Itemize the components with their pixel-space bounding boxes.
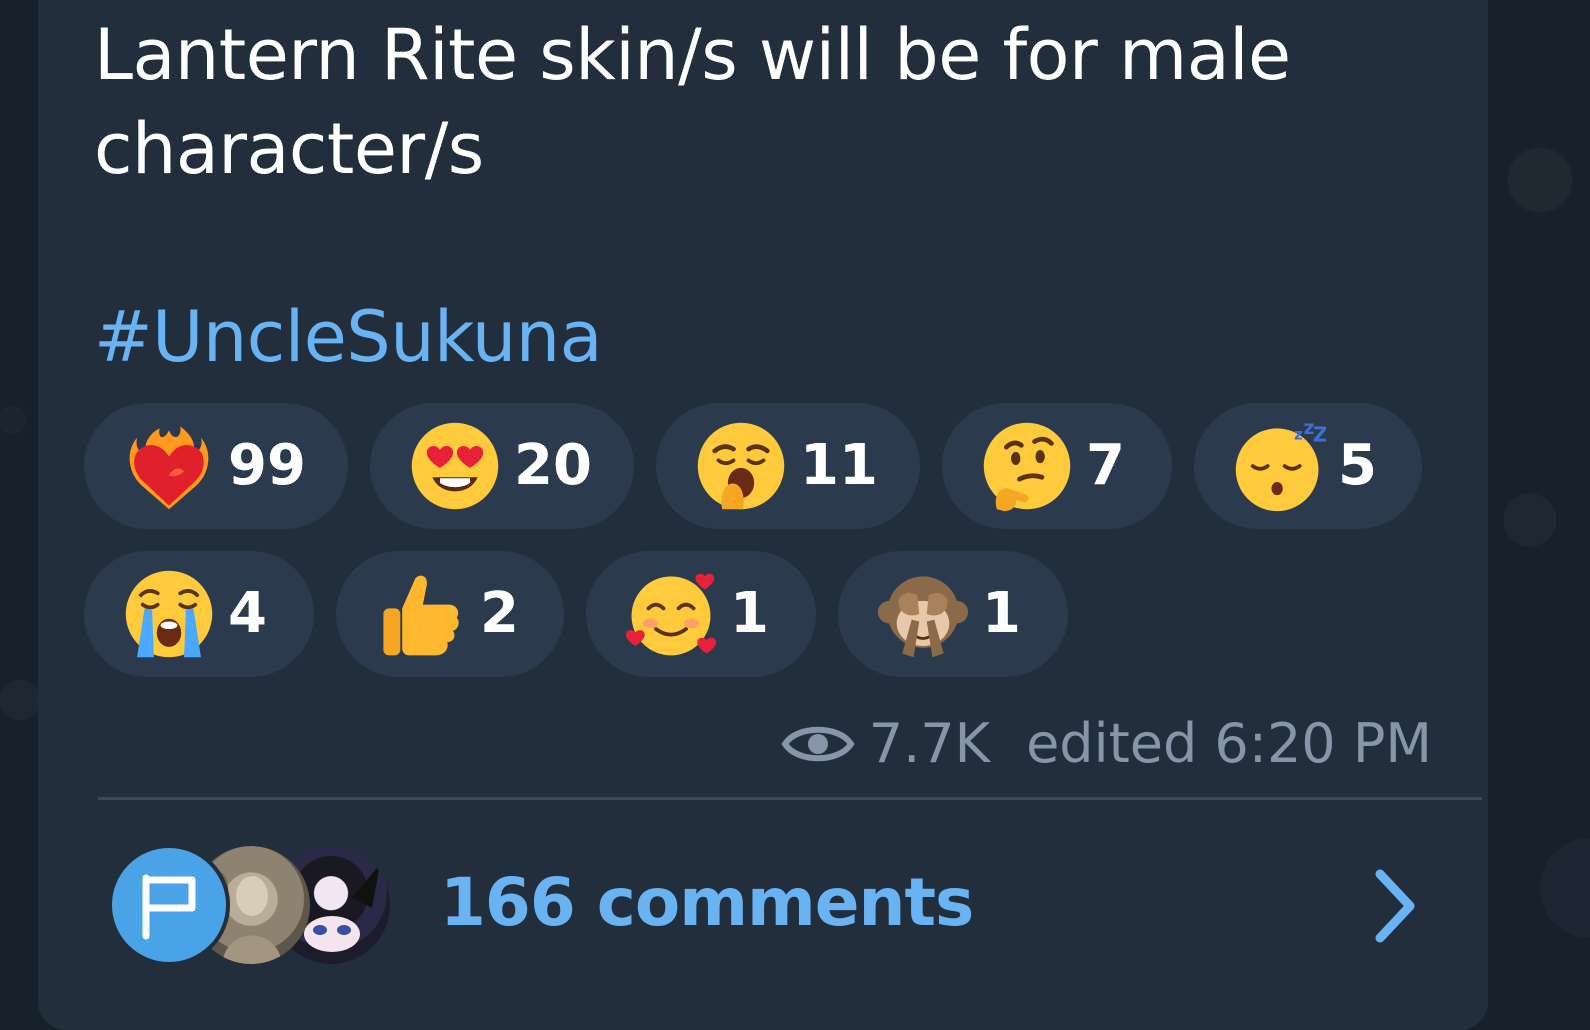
comments-button[interactable]: 166 comments (0, 840, 1450, 970)
svg-text:z: z (1294, 426, 1303, 444)
reaction-heart-on-fire[interactable]: 99 (84, 403, 348, 529)
reaction-count: 99 (228, 433, 306, 498)
comments-divider (98, 797, 1482, 800)
crying-face-icon (125, 570, 213, 658)
smiling-face-with-hearts-icon (625, 573, 717, 656)
reaction-count: 7 (1086, 433, 1125, 498)
eye-icon (781, 726, 855, 761)
flag-icon (142, 874, 196, 940)
thinking-face-icon (983, 422, 1071, 512)
see-no-evil-monkey-icon (877, 576, 969, 658)
reaction-count: 11 (800, 433, 878, 498)
view-count: 7.7K (868, 712, 991, 775)
reaction-count: 1 (730, 581, 769, 646)
reaction-smiling-face-with-hearts[interactable]: 1 (586, 551, 816, 677)
reaction-thinking-face[interactable]: 7 (942, 403, 1172, 529)
svg-text:Z: Z (1313, 423, 1326, 447)
reaction-count: 5 (1338, 433, 1377, 498)
reaction-thumbs-up[interactable]: 2 (336, 551, 564, 677)
reaction-count: 2 (480, 581, 519, 646)
avatar (108, 844, 230, 966)
message-meta: 7.7K edited 6:20 PM (781, 712, 1432, 775)
yawning-face-icon (697, 422, 785, 510)
heart-eyes-icon (411, 422, 499, 510)
heart-on-fire-icon (129, 426, 209, 510)
message-line-2: character/s (94, 108, 484, 190)
chevron-right-icon[interactable] (1370, 866, 1420, 946)
sleeping-face-icon: z z Z (1235, 419, 1326, 512)
reaction-sleeping-face[interactable]: z z Z 5 (1194, 403, 1422, 529)
reaction-count: 1 (982, 581, 1021, 646)
reaction-see-no-evil-monkey[interactable]: 1 (838, 551, 1068, 677)
edited-timestamp: edited 6:20 PM (1026, 712, 1432, 775)
reaction-count: 20 (514, 433, 592, 498)
reaction-crying-face[interactable]: 4 (84, 551, 314, 677)
reaction-heart-eyes[interactable]: 20 (370, 403, 634, 529)
reaction-count: 4 (228, 581, 267, 646)
reaction-yawning-face[interactable]: 11 (656, 403, 920, 529)
comments-count-label[interactable]: 166 comments (440, 864, 974, 941)
hashtag-link[interactable]: #UncleSukuna (94, 290, 603, 384)
message-text: Lantern Rite skin/s will be for male cha… (94, 8, 1424, 196)
message-line-1: Lantern Rite skin/s will be for male (94, 14, 1291, 96)
thumbs-up-icon (383, 575, 459, 656)
